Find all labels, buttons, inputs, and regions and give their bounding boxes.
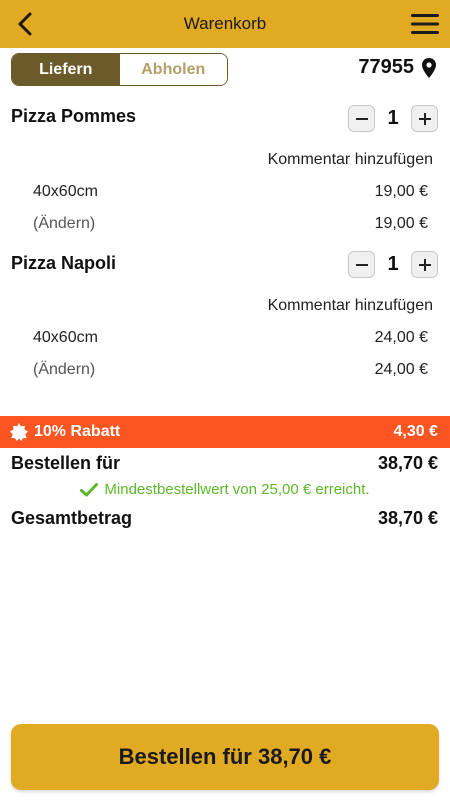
discount-bar: 10% Rabatt 4,30 € — [0, 416, 450, 448]
total-value: 38,70 € — [377, 508, 438, 528]
discount-label: 10% Rabatt — [34, 423, 121, 440]
order-for-label: Bestellen für — [11, 453, 121, 473]
location-selector[interactable]: 77955 — [358, 56, 436, 79]
quantity-stepper: 1 — [348, 105, 438, 132]
app-header: Warenkorb — [0, 0, 450, 48]
discount-badge-icon — [10, 423, 28, 441]
delivery-mode-toggle: Liefern Abholen — [11, 53, 228, 86]
size-label: 40x60cm — [33, 329, 98, 346]
place-order-button[interactable]: Bestellen für 38,70 € — [11, 724, 439, 790]
checkmark-icon — [80, 482, 99, 496]
size-price: 24,00 € — [374, 329, 428, 346]
increase-quantity-button[interactable] — [411, 251, 438, 278]
decrease-quantity-button[interactable] — [348, 105, 375, 132]
item-total-price: 19,00 € — [374, 215, 428, 232]
minimum-order-text: Mindestbestellwert von 25,00 € erreicht. — [104, 481, 370, 498]
cart-item-name: Pizza Napoli — [11, 253, 117, 273]
size-price: 19,00 € — [374, 183, 428, 200]
zip-code: 77955 — [358, 56, 414, 78]
back-arrow-icon[interactable] — [12, 10, 40, 38]
minus-icon — [355, 117, 368, 120]
add-comment-link[interactable]: Kommentar hinzufügen — [268, 151, 433, 169]
order-for-value: 38,70 € — [377, 453, 438, 473]
add-comment-link[interactable]: Kommentar hinzufügen — [268, 297, 433, 315]
quantity-value: 1 — [387, 107, 399, 129]
minimum-order-status: Mindestbestellwert von 25,00 € erreicht. — [0, 481, 450, 498]
plus-icon — [418, 258, 431, 271]
decrease-quantity-button[interactable] — [348, 251, 375, 278]
hamburger-menu-icon[interactable] — [410, 10, 440, 38]
location-pin-icon — [422, 57, 436, 78]
plus-icon — [418, 112, 431, 125]
quantity-value: 1 — [387, 253, 399, 275]
cart-item-name: Pizza Pommes — [11, 106, 137, 126]
pickup-option[interactable]: Abholen — [119, 54, 227, 85]
change-item-link[interactable]: (Ändern) — [33, 361, 95, 379]
deliver-option[interactable]: Liefern — [12, 54, 120, 85]
total-label: Gesamtbetrag — [11, 508, 133, 528]
increase-quantity-button[interactable] — [411, 105, 438, 132]
page-title: Warenkorb — [183, 14, 267, 33]
minus-icon — [355, 263, 368, 266]
discount-amount: 4,30 € — [393, 423, 438, 440]
quantity-stepper: 1 — [348, 251, 438, 278]
change-item-link[interactable]: (Ändern) — [33, 215, 95, 233]
size-label: 40x60cm — [33, 183, 98, 200]
item-total-price: 24,00 € — [374, 361, 428, 378]
